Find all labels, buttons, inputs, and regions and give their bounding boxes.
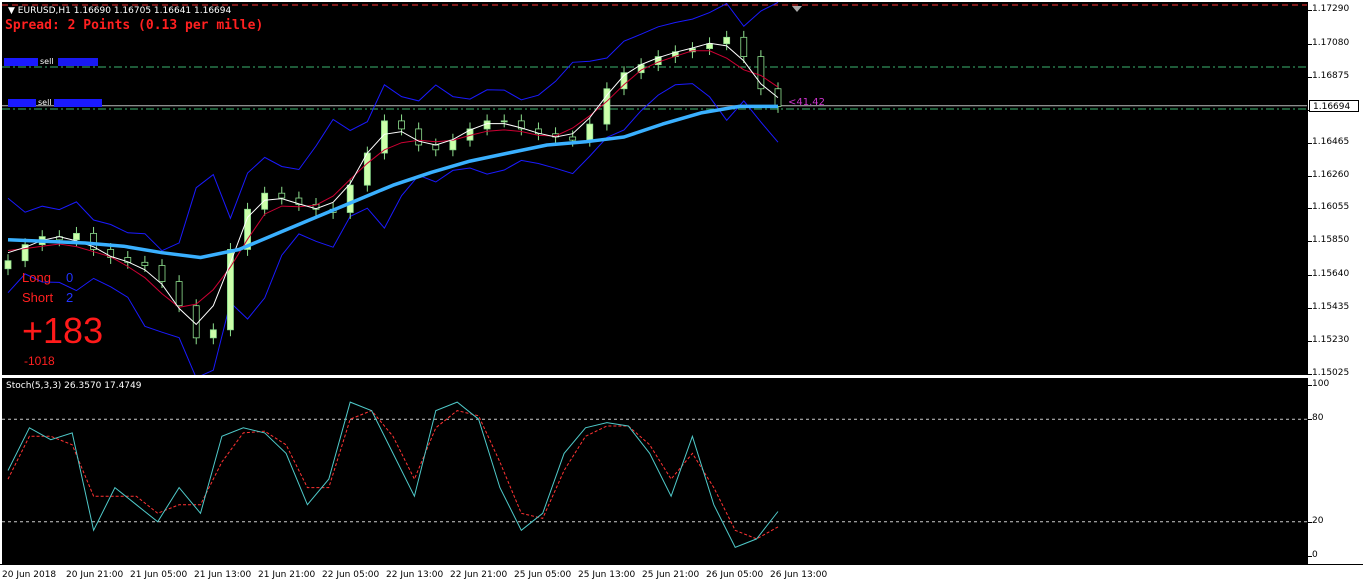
candles	[4, 30, 782, 345]
bollinger-upper	[7, 2, 779, 252]
time-tick-label: 26 Jun 05:00	[706, 570, 764, 580]
time-tick-label: 22 Jun 05:00	[322, 570, 380, 580]
candle-body	[723, 36, 731, 45]
sell-order-marker-right[interactable]	[58, 58, 98, 66]
price-tick-label: 1.17080	[1312, 37, 1350, 48]
candle-body	[432, 144, 440, 151]
price-tick-label: 1.16260	[1312, 169, 1350, 180]
ma-red	[7, 50, 779, 308]
time-tick-label: 21 Jun 05:00	[130, 570, 188, 580]
stoch-tick-mark	[1308, 385, 1312, 386]
stoch-tick-mark	[1308, 521, 1312, 523]
ma-slow	[7, 104, 778, 260]
time-tick-label: 22 Jun 13:00	[386, 570, 444, 580]
price-tick-label: 1.17290	[1312, 4, 1350, 14]
current-price-tag: 1.16694	[1309, 99, 1359, 112]
candle-body	[500, 120, 508, 123]
shift-marker	[792, 6, 802, 12]
price-chart-pane[interactable]: ▼ EURUSD,H1 1.16690 1.16705 1.16641 1.16…	[2, 2, 1307, 375]
candle-body	[175, 281, 183, 307]
stoch-tick-label: 80	[1312, 413, 1324, 424]
candle-body	[603, 88, 611, 125]
time-tick-label: 25 Jun 13:00	[578, 570, 636, 580]
time-axis[interactable]: 20 Jun 2018 20 Jun 21:00 21 Jun 05:00 21 Ju…	[0, 564, 1363, 587]
time-tick-label: 21 Jun 21:00	[258, 570, 316, 580]
stoch-signal-line	[7, 410, 779, 540]
time-tick-label: 20 Jun 21:00	[66, 570, 124, 580]
candle-body	[586, 123, 594, 141]
candle-body	[569, 136, 577, 141]
terminal-window: ▼ EURUSD,H1 1.16690 1.16705 1.16641 1.16…	[0, 0, 1363, 587]
time-tick-label: 25 Jun 21:00	[642, 570, 700, 580]
loss-points: -1018	[24, 354, 55, 368]
time-tick-label: 20 Jun 2018	[2, 570, 57, 580]
candle-body	[449, 139, 457, 151]
chart-title: ▼ EURUSD,H1 1.16690 1.16705 1.16641 1.16…	[8, 6, 231, 16]
stoch-tick-mark	[1308, 419, 1312, 421]
candle-body	[141, 261, 149, 266]
time-tick-label: 21 Jun 13:00	[194, 570, 252, 580]
price-axis[interactable]: 1.172901.170801.168751.166701.164651.162…	[1307, 2, 1363, 378]
stoch-tick-label: 100	[1312, 379, 1330, 389]
candle-body	[346, 184, 354, 213]
candle-body	[740, 36, 748, 58]
symbol-ohlc-text: EURUSD,H1 1.16690 1.16705 1.16641 1.1669…	[17, 6, 232, 16]
price-tick-label: 1.15640	[1312, 269, 1350, 280]
sell-order-label-2: sell	[38, 98, 52, 107]
price-tick-label: 1.15850	[1312, 235, 1350, 246]
stochastic-canvas	[2, 401, 1307, 549]
price-tick-label: 1.15025	[1312, 368, 1350, 378]
stochastic-axis[interactable]: 100 80 20 0	[1307, 378, 1363, 564]
candle-body	[4, 260, 12, 270]
long-value: 0	[66, 270, 74, 285]
profit-points: +183	[22, 310, 104, 351]
sell-order-marker-right-2[interactable]	[54, 99, 102, 107]
sell-order-marker-left[interactable]	[4, 58, 38, 66]
stochastic-title: Stoch(5,3,3) 26.3570 17.4749	[6, 381, 142, 391]
candle-body	[363, 152, 371, 186]
stoch-main-line	[7, 401, 779, 549]
sell-order-label: sell	[40, 57, 54, 66]
candle-body	[278, 192, 286, 199]
candle-body	[706, 43, 713, 49]
sell-order-marker-left-2[interactable]	[8, 99, 36, 107]
stoch-tick-mark	[1308, 556, 1312, 557]
long-label: Long	[22, 270, 51, 285]
short-value: 2	[66, 290, 74, 305]
stoch-tick-label: 20	[1312, 515, 1324, 526]
price-chart-canvas	[2, 2, 1307, 375]
spread-label: Spread: 2 Points (0.13 per mille)	[5, 18, 264, 33]
price-tick-label: 1.16875	[1312, 70, 1350, 81]
stochastic-pane[interactable]: Stoch(5,3,3) 26.3570 17.4749	[2, 378, 1307, 564]
time-tick-label: 22 Jun 21:00	[450, 570, 508, 580]
candle-body	[209, 329, 217, 339]
candle-body	[398, 120, 405, 130]
price-tick-label: 1.16055	[1312, 202, 1350, 213]
price-tick-label: 1.15435	[1312, 302, 1350, 313]
collapse-arrow-icon[interactable]: ▼	[8, 6, 18, 16]
short-label: Short	[22, 290, 54, 305]
stoch-tick-label: 0	[1312, 550, 1318, 560]
candle-body	[158, 265, 166, 282]
bollinger-lower	[7, 83, 779, 375]
candle-body	[415, 128, 423, 146]
price-tick-label: 1.16465	[1312, 136, 1350, 147]
candle-body	[73, 232, 80, 241]
price-tick-label: 1.15230	[1312, 335, 1350, 346]
time-tick-label: 26 Jun 13:00	[770, 570, 828, 580]
candle-body	[261, 192, 269, 210]
time-tick-label: 25 Jun 05:00	[514, 570, 572, 580]
price-annotation: <41.42	[788, 97, 826, 108]
